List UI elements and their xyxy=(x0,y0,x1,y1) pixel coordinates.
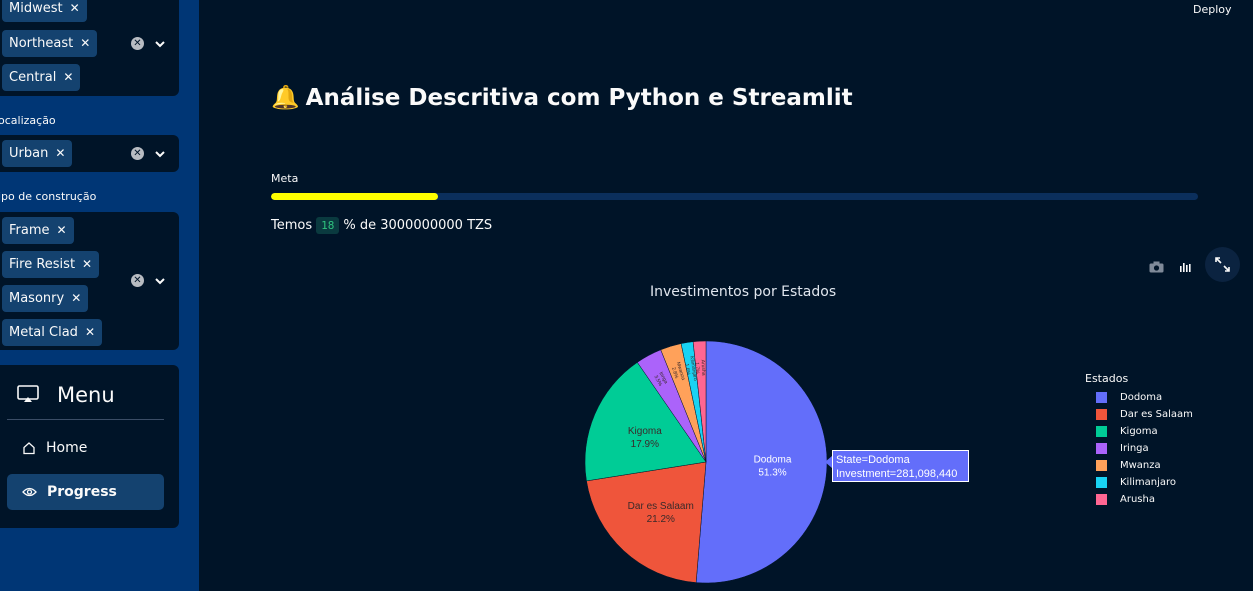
slice-label-percent: 21.2% xyxy=(647,514,675,525)
house-icon xyxy=(23,442,35,455)
remove-tag-icon[interactable]: ✕ xyxy=(85,319,95,346)
tooltip-arrow xyxy=(825,456,832,468)
camera-icon[interactable] xyxy=(1149,261,1164,273)
tag-label: Metal Clad xyxy=(9,325,78,340)
tag-midwest[interactable]: Midwest ✕ xyxy=(2,0,87,22)
clear-all-icon[interactable]: ✕ xyxy=(131,147,144,160)
progress-bar xyxy=(271,193,1198,200)
remove-tag-icon[interactable]: ✕ xyxy=(63,64,73,91)
nav-label: Progress xyxy=(47,484,117,500)
legend-item-kigoma[interactable]: Kigoma xyxy=(1096,423,1193,440)
legend-item-kilimanjaro[interactable]: Kilimanjaro xyxy=(1096,474,1193,491)
tag-central[interactable]: Central ✕ xyxy=(2,64,81,91)
tag-northeast[interactable]: Northeast ✕ xyxy=(2,30,98,57)
legend-swatch xyxy=(1096,477,1107,488)
progress-label: Meta xyxy=(271,172,299,185)
page-title: 🔔 Análise Descritiva com Python e Stream… xyxy=(271,84,853,112)
remove-tag-icon[interactable]: ✕ xyxy=(55,140,65,167)
legend-item-arusha[interactable]: Arusha xyxy=(1096,491,1193,508)
nav-label: Home xyxy=(46,440,88,456)
tag-label: Frame xyxy=(9,223,50,238)
remove-tag-icon[interactable]: ✕ xyxy=(71,285,81,312)
legend-label: Kilimanjaro xyxy=(1120,477,1177,488)
legend-label: Dodoma xyxy=(1120,392,1163,403)
eye-icon xyxy=(22,487,37,497)
legend-item-mwanza[interactable]: Mwanza xyxy=(1096,457,1193,474)
construction-filter-label: ipo de construção xyxy=(0,190,97,203)
nav-item-progress[interactable]: Progress xyxy=(7,474,164,510)
remove-tag-icon[interactable]: ✕ xyxy=(57,217,67,244)
remove-tag-icon[interactable]: ✕ xyxy=(70,0,80,22)
slice-label-name: Dodoma xyxy=(754,455,792,466)
slice-label-name: Dar es Salaam xyxy=(628,501,694,512)
sidebar: Midwest ✕ Northeast ✕ Central ✕ ✕ ocaliz… xyxy=(0,0,199,591)
goal-prefix: Temos xyxy=(271,218,313,233)
legend-swatch xyxy=(1096,443,1107,454)
tag-metal-clad[interactable]: Metal Clad ✕ xyxy=(2,319,102,346)
location-multiselect[interactable]: Urban ✕ ✕ xyxy=(0,135,179,172)
slice-label-percent: 17.9% xyxy=(631,439,659,450)
chart-title: Investimentos por Estados xyxy=(650,284,837,300)
slice-label-percent: 51.3% xyxy=(758,468,786,479)
construction-multiselect[interactable]: Frame ✕ Fire Resist ✕ Masonry ✕ Metal Cl… xyxy=(0,212,179,350)
legend-swatch xyxy=(1096,409,1107,420)
chevron-down-icon[interactable] xyxy=(154,275,166,287)
tag-label: Masonry xyxy=(9,291,65,306)
legend-swatch xyxy=(1096,426,1107,437)
bell-icon: 🔔 xyxy=(271,85,300,111)
slice-label-percent: 1.7% xyxy=(694,362,701,374)
location-filter-label: ocalização xyxy=(0,114,56,127)
progress-fill xyxy=(271,193,438,200)
legend-title: Estados xyxy=(1085,372,1129,385)
tag-label: Midwest xyxy=(9,1,63,16)
chart-legend: Estados Dodoma Dar es Salaam Kigoma Iringa M… xyxy=(1085,372,1193,508)
legend-label: Arusha xyxy=(1120,494,1155,505)
region-multiselect[interactable]: Midwest ✕ Northeast ✕ Central ✕ ✕ xyxy=(0,0,179,96)
legend-label: Iringa xyxy=(1120,443,1149,454)
tag-urban[interactable]: Urban ✕ xyxy=(2,140,73,167)
option-menu: Menu Home Progress xyxy=(0,365,179,528)
menu-title: Menu xyxy=(57,383,115,407)
pie-chart[interactable]: Dodoma 51.3% Dar es Salaam 21.2% Kigoma 17.9%… xyxy=(560,320,840,591)
chevron-down-icon[interactable] xyxy=(154,38,166,50)
legend-item-iringa[interactable]: Iringa xyxy=(1096,440,1193,457)
remove-tag-icon[interactable]: ✕ xyxy=(80,30,90,57)
tag-label: Northeast xyxy=(9,36,74,51)
fullscreen-button[interactable] xyxy=(1205,247,1240,282)
slice-label-name: Kigoma xyxy=(628,426,662,437)
chevron-down-icon[interactable] xyxy=(154,148,166,160)
legend-item-dodoma[interactable]: Dodoma xyxy=(1096,389,1193,406)
tag-label: Urban xyxy=(9,146,49,161)
goal-summary: Temos 18 % de 3000000000 TZS xyxy=(271,217,492,234)
legend-swatch xyxy=(1096,494,1107,505)
hover-tooltip: State=Dodoma Investment=281,098,440 xyxy=(832,450,969,482)
tag-fire-resist[interactable]: Fire Resist ✕ xyxy=(2,251,100,278)
tooltip-line-investment: Investment=281,098,440 xyxy=(836,468,958,480)
expand-icon xyxy=(1215,257,1230,272)
tag-label: Fire Resist xyxy=(9,257,76,272)
tag-frame[interactable]: Frame ✕ xyxy=(2,217,74,244)
menu-divider xyxy=(7,419,164,420)
legend-label: Kigoma xyxy=(1120,426,1158,437)
remove-tag-icon[interactable]: ✕ xyxy=(82,251,92,278)
tag-label: Central xyxy=(9,70,57,85)
tooltip-line-state: State=Dodoma xyxy=(836,454,910,466)
legend-item-dar-es-salaam[interactable]: Dar es Salaam xyxy=(1096,406,1193,423)
legend-label: Dar es Salaam xyxy=(1120,409,1193,420)
nav-item-home[interactable]: Home xyxy=(7,430,164,466)
page-title-text: Análise Descritiva com Python e Streamli… xyxy=(305,84,853,111)
clear-all-icon[interactable]: ✕ xyxy=(131,37,144,50)
goal-percent-value: 18 xyxy=(316,217,340,234)
deploy-button[interactable]: Deploy xyxy=(1193,3,1232,16)
tag-masonry[interactable]: Masonry ✕ xyxy=(2,285,89,312)
goal-suffix: % de 3000000000 TZS xyxy=(343,218,493,233)
clear-all-icon[interactable]: ✕ xyxy=(131,274,144,287)
legend-swatch xyxy=(1096,460,1107,471)
plotly-logo-icon[interactable] xyxy=(1178,261,1192,273)
legend-label: Mwanza xyxy=(1120,460,1161,471)
cast-icon xyxy=(17,385,39,402)
legend-swatch xyxy=(1096,392,1107,403)
